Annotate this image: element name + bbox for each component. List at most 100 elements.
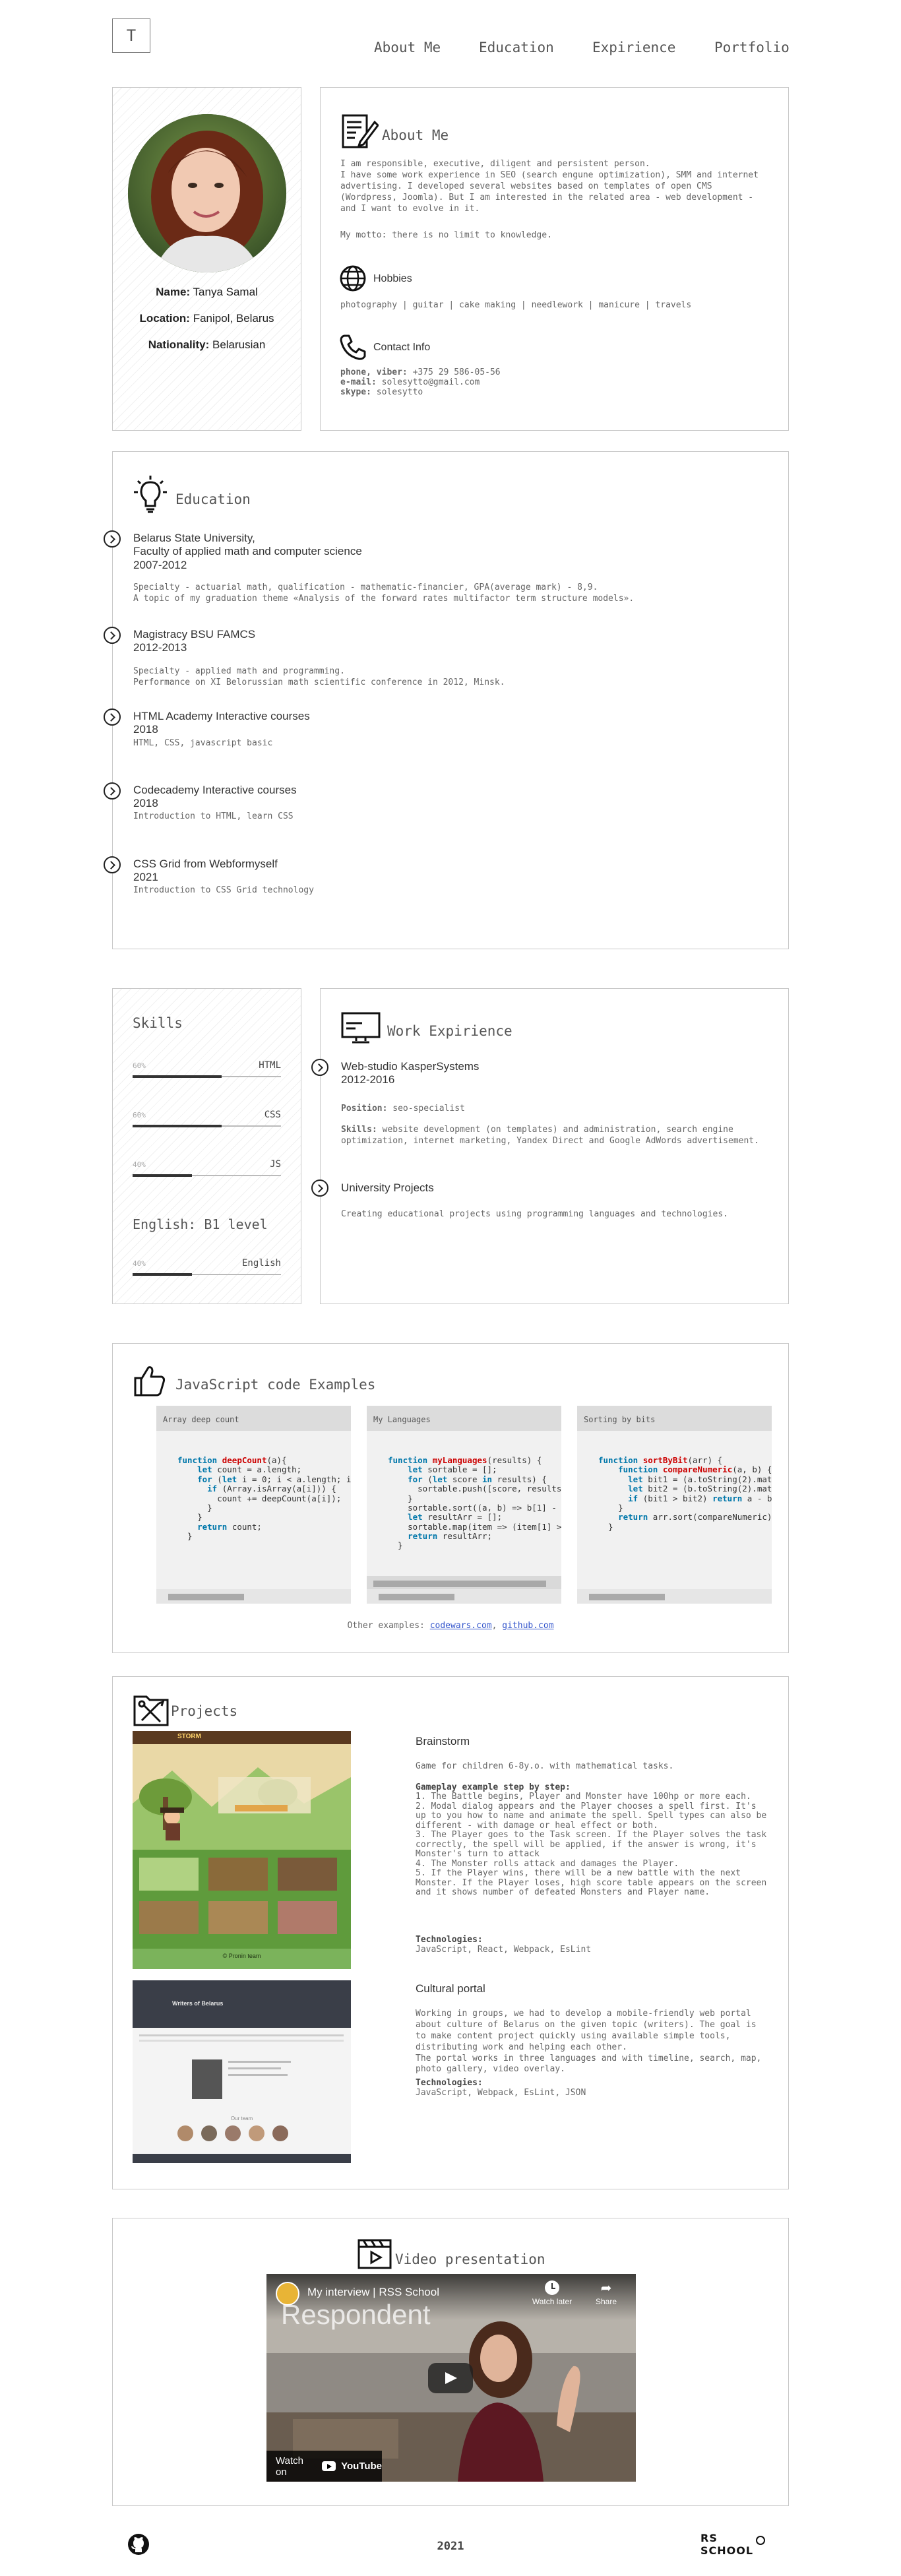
- video-title: Video presentation: [395, 2251, 545, 2267]
- video-section: Video presentation My interview | RSS Sc…: [112, 2218, 789, 2506]
- watch-later-button[interactable]: Watch later: [530, 2280, 574, 2306]
- education-item-3-heading: HTML Academy Interactive courses 2018: [133, 710, 310, 736]
- education-item-2-text: Specialty - applied math and programming…: [133, 666, 505, 687]
- code-snippet-deep-count[interactable]: function deepCount(a){ let count = a.len…: [156, 1431, 351, 1589]
- skill-track: [133, 1075, 281, 1078]
- code-snippet-languages[interactable]: function myLanguages(results) { let sort…: [367, 1431, 561, 1576]
- share-button[interactable]: ➦ Share: [590, 2280, 623, 2306]
- position-label: Position:: [341, 1104, 388, 1114]
- education-item-1-text: Specialty - actuarial math, qualificatio…: [133, 582, 635, 604]
- code-card-languages: My Languages function myLanguages(result…: [367, 1406, 561, 1604]
- video-embed[interactable]: My interview | RSS School Respondent Wat…: [266, 2274, 636, 2482]
- nationality-value: Belarusian: [212, 338, 266, 351]
- skill-track: [133, 1125, 281, 1127]
- code-scroll-thumb-inner[interactable]: [373, 1581, 546, 1587]
- education-item-4-heading: Codecademy Interactive courses 2018: [133, 784, 297, 810]
- skill-english-percent: 40%: [133, 1259, 146, 1268]
- education-item-1-chevron-icon: [104, 530, 121, 548]
- brainstorm-intro: Game for children 6-8y.o. with mathemati…: [416, 1761, 674, 1771]
- code-scroll-thumb[interactable]: [379, 1594, 454, 1600]
- code-scrollbar[interactable]: [367, 1589, 561, 1604]
- skill-english: 40% English: [133, 1258, 281, 1279]
- work-item-2-text: Creating educational projects using prog…: [341, 1209, 728, 1219]
- rs-school-logo[interactable]: RS SCHOOL: [700, 2532, 773, 2558]
- code-snippet-sort-bits[interactable]: function sortByBit(arr) { function compa…: [577, 1431, 772, 1589]
- github-link[interactable]: github.com: [502, 1621, 553, 1631]
- nav-portfolio[interactable]: Portfolio: [714, 40, 790, 55]
- education-item-2-chevron-icon: [104, 627, 121, 644]
- hobbies-list: photography | guitar | cake making | nee…: [340, 300, 692, 310]
- brainstorm-tech: JavaScript, React, Webpack, EsLint: [416, 1945, 592, 1955]
- video-overlay-word: Respondent: [281, 2299, 431, 2330]
- code-scrollbar[interactable]: [577, 1589, 772, 1604]
- play-button[interactable]: [428, 2363, 473, 2393]
- brainstorm-topbar: STORM: [133, 1731, 351, 1744]
- nationality-label: Nationality:: [148, 338, 210, 351]
- nav-experience[interactable]: Expirience: [592, 40, 675, 55]
- profile-location: Location: Fanipol, Belarus: [113, 312, 301, 325]
- brainstorm-brand: STORM: [177, 1733, 201, 1740]
- phone-label: phone, viber:: [340, 367, 408, 377]
- education-item-5-chevron-icon: [104, 856, 121, 873]
- lightbulb-icon: [134, 476, 167, 513]
- code-scroll-thumb[interactable]: [168, 1594, 244, 1600]
- portal-hero-title: Writers of Belarus: [172, 2000, 224, 2007]
- brainstorm-battle-scene: [133, 1744, 351, 1850]
- portal-title: Cultural portal: [416, 1982, 485, 1995]
- play-icon: [445, 2372, 457, 2384]
- code-title: JavaScript code Examples: [175, 1377, 376, 1393]
- skills-card: Skills 60% HTML 60% CSS 40% JS English: B1 le…: [112, 988, 301, 1304]
- monitor-icon: [341, 1012, 381, 1044]
- education-item-4-chevron-icon: [104, 782, 121, 800]
- code-card-title: Array deep count: [156, 1406, 351, 1431]
- skill-fill: [133, 1125, 222, 1127]
- email-label: e-mail:: [340, 377, 377, 387]
- profile-photo-image: [128, 114, 286, 272]
- video-embed-title[interactable]: My interview | RSS School: [307, 2286, 439, 2299]
- name-label: Name:: [156, 286, 191, 298]
- about-section: About Me I am responsible, executive, di…: [320, 87, 789, 431]
- code-scrollbar-inner[interactable]: [367, 1576, 561, 1590]
- brainstorm-footer: © Pronin team: [222, 1953, 261, 1959]
- email-value[interactable]: solesytto@gmail.com: [382, 377, 480, 387]
- phone-value[interactable]: +375 29 586-05-56: [413, 367, 501, 377]
- skill-english-fill: [133, 1273, 192, 1276]
- other-examples: Other examples: codewars.com, github.com: [347, 1621, 554, 1631]
- portal-tech: JavaScript, Webpack, EsLint, JSON: [416, 2088, 586, 2098]
- profile-nationality: Nationality: Belarusian: [113, 338, 301, 352]
- brainstorm-screenshot[interactable]: STORM © Pronin team: [133, 1731, 351, 1969]
- watch-later-label: Watch later: [532, 2297, 573, 2306]
- code-card-sort-bits: Sorting by bits function sortByBit(arr) …: [577, 1406, 772, 1604]
- work-item-1-position: Position: seo-specialist: [341, 1104, 465, 1115]
- code-scrollbar[interactable]: [156, 1589, 351, 1604]
- thumbs-up-icon: [134, 1366, 166, 1397]
- skill-fill: [133, 1174, 192, 1177]
- skill-js: 40% JS: [133, 1159, 281, 1180]
- skill-percent: 60%: [133, 1111, 146, 1119]
- code-card-deep-count: Array deep count function deepCount(a){ …: [156, 1406, 351, 1604]
- education-section: Education Belarus State University, Facu…: [104, 451, 789, 949]
- nav-education[interactable]: Education: [479, 40, 554, 55]
- location-value: Fanipol, Belarus: [193, 312, 274, 325]
- profile-name: Name: Tanya Samal: [113, 286, 301, 299]
- video-player-icon: [357, 2239, 392, 2269]
- skill-english-track: [133, 1273, 281, 1276]
- watch-on-youtube[interactable]: Watch on YouTube: [266, 2451, 382, 2482]
- hobbies-title: Hobbies: [373, 273, 412, 284]
- skype-label: skype:: [340, 387, 371, 397]
- projects-section: Projects STORM © Pronin team Brainstorm …: [112, 1676, 789, 2189]
- about-text: I am responsible, executive, diligent an…: [340, 159, 759, 214]
- skill-fill: [133, 1075, 222, 1078]
- skill-name: HTML: [259, 1060, 281, 1071]
- brainstorm-steps: 1. The Battle begins, Player and Monster…: [416, 1792, 767, 1898]
- codewars-link[interactable]: codewars.com: [430, 1621, 492, 1631]
- code-scroll-thumb[interactable]: [589, 1594, 665, 1600]
- rs-school-logo-o-mark: [756, 2536, 765, 2545]
- education-item-3-chevron-icon: [104, 708, 121, 726]
- brainstorm-title: Brainstorm: [416, 1735, 470, 1747]
- skype-value[interactable]: solesytto: [377, 387, 423, 397]
- cultural-portal-screenshot[interactable]: Writers of Belarus Our team: [133, 1980, 351, 2163]
- folder-tools-icon: [133, 1695, 169, 1726]
- nav-about-me[interactable]: About Me: [374, 40, 441, 55]
- watch-on-label: Watch on: [276, 2455, 303, 2478]
